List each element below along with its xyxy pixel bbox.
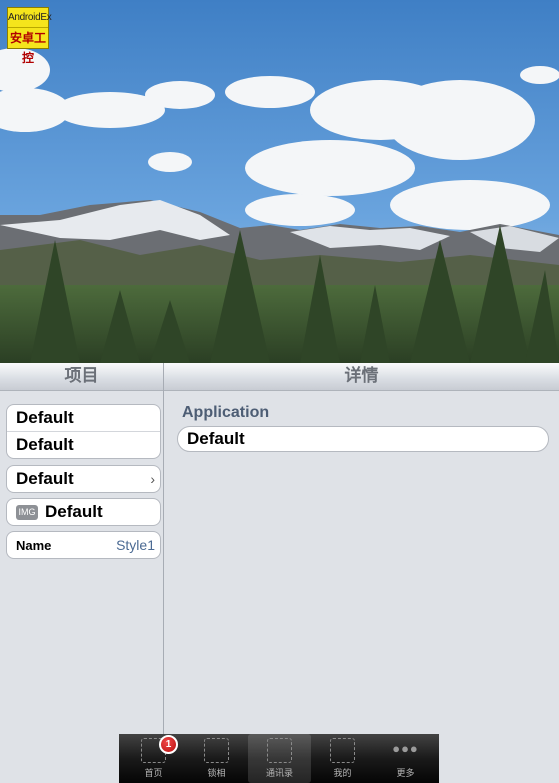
tab-label: 通讯录 bbox=[265, 769, 293, 779]
list-item[interactable]: Default bbox=[7, 405, 160, 431]
application-field[interactable]: Default bbox=[177, 426, 549, 452]
logo-line-2: 安卓工控 bbox=[9, 31, 46, 65]
section-title: Application bbox=[182, 404, 270, 421]
tab-label: 首页 bbox=[144, 769, 163, 779]
list-item[interactable]: Default bbox=[7, 431, 160, 458]
contacts-icon bbox=[267, 738, 292, 763]
detail-header: 详情 bbox=[164, 363, 559, 391]
tab-mine[interactable]: 我的 bbox=[311, 734, 374, 783]
tab-label: 锁相 bbox=[207, 769, 226, 779]
disclosure-cell-label: Default bbox=[16, 469, 74, 488]
split-divider bbox=[163, 363, 164, 735]
master-list: Default Default Default › IMG Default Nam… bbox=[0, 391, 163, 735]
notification-badge: 1 bbox=[159, 735, 178, 754]
tab-lock[interactable]: 锁相 bbox=[185, 734, 248, 783]
logo-line-1: AndroidEx bbox=[8, 8, 52, 28]
tab-contacts[interactable]: 通讯录 bbox=[248, 734, 311, 783]
tab-label: 更多 bbox=[396, 769, 415, 779]
grouped-cells: Default Default bbox=[6, 404, 161, 459]
tab-home[interactable]: 1 首页 bbox=[122, 734, 185, 783]
image-cell-label: Default bbox=[45, 502, 103, 521]
value-cell[interactable]: Name Style1 bbox=[6, 531, 161, 559]
image-cell[interactable]: IMG Default bbox=[6, 498, 161, 526]
image-placeholder-icon: IMG bbox=[16, 505, 38, 520]
tab-label: 我的 bbox=[333, 769, 352, 779]
lock-icon bbox=[204, 738, 229, 763]
tab-bar: 1 首页 锁相 通讯录 我的 ●●● 更多 bbox=[119, 734, 439, 783]
tab-more[interactable]: ●●● 更多 bbox=[374, 734, 437, 783]
profile-icon bbox=[330, 738, 355, 763]
brand-logo: AndroidEx 安卓工控 bbox=[7, 7, 52, 65]
master-header: 项目 bbox=[0, 363, 163, 391]
value-cell-value: Style1 bbox=[116, 537, 155, 553]
more-dots-icon: ●●● bbox=[392, 741, 419, 756]
disclosure-cell[interactable]: Default › bbox=[6, 465, 161, 493]
value-cell-label: Name bbox=[16, 538, 52, 553]
chevron-right-icon: › bbox=[150, 471, 155, 487]
hero-landscape-image: AndroidEx 安卓工控 bbox=[0, 0, 559, 363]
